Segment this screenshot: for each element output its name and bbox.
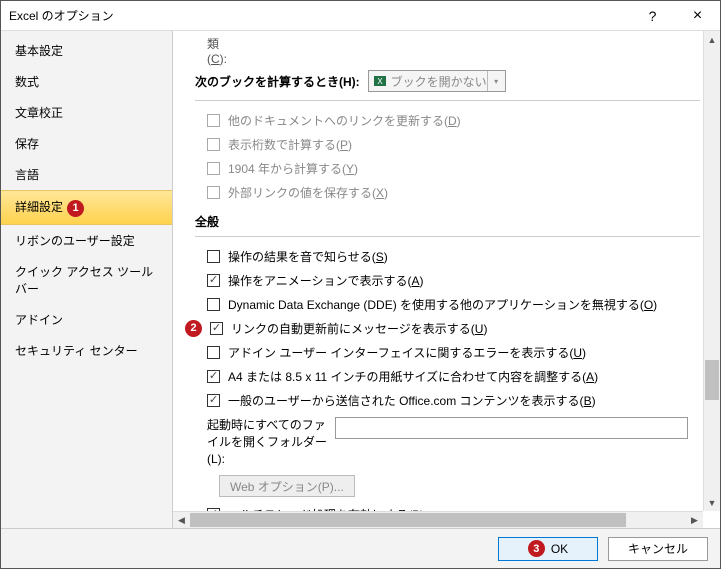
checkbox[interactable] (210, 322, 223, 335)
sidebar-item-label: 数式 (15, 75, 39, 89)
vscroll-track[interactable] (704, 48, 720, 494)
hscroll-track[interactable] (190, 512, 686, 528)
dialog-footer: 3 OK キャンセル (1, 528, 720, 568)
option-label: A4 または 8.5 x 11 インチの用紙サイズに合わせて内容を調整する(A) (228, 368, 598, 386)
checkbox (207, 114, 220, 127)
checkbox (207, 138, 220, 151)
option-row: 表示桁数で計算する(P) (195, 133, 708, 157)
sidebar-item-0[interactable]: 基本設定 (1, 35, 172, 66)
sidebar-item-5[interactable]: 詳細設定 1 (1, 190, 172, 225)
window-title: Excel のオプション (9, 7, 630, 24)
scroll-up-icon[interactable]: ▲ (704, 31, 720, 48)
option-row: 外部リンクの値を保存する(X) (195, 181, 708, 205)
sidebar-item-3[interactable]: 保存 (1, 128, 172, 159)
chevron-down-icon: ▾ (487, 71, 505, 91)
sidebar-item-label: 言語 (15, 168, 39, 182)
sidebar-item-label: 保存 (15, 137, 39, 151)
option-label: 一般のユーザーから送信された Office.com コンテンツを表示する(B) (228, 392, 596, 410)
option-label: マルチスレッド処理を有効にする(P) (228, 506, 424, 511)
truncated-label: 類(C): (207, 35, 708, 66)
options-dialog: Excel のオプション ? × 基本設定数式文章校正保存言語詳細設定 1 リボンの… (0, 0, 721, 569)
option-label: 操作の結果を音で知らせる(S) (228, 248, 388, 266)
option-row: 操作の結果を音で知らせる(S) (195, 245, 708, 269)
badge-2: 2 (185, 320, 202, 337)
option-label: リンクの自動更新前にメッセージを表示する(U) (231, 320, 487, 338)
option-label: 外部リンクの値を保存する(X) (228, 184, 388, 202)
calc-heading: 次のブックを計算するとき(H): (195, 73, 360, 90)
checkbox[interactable] (207, 274, 220, 287)
option-row: Dynamic Data Exchange (DDE) を使用する他のアプリケー… (195, 293, 708, 317)
sidebar-item-6[interactable]: リボンのユーザー設定 (1, 225, 172, 256)
sidebar-item-label: アドイン (15, 313, 63, 327)
option-label: 他のドキュメントへのリンクを更新する(D) (228, 112, 461, 130)
scroll-area: 類(C): 次のブックを計算するとき(H): X ブックを開かない ▾ 他のドキ… (173, 31, 720, 511)
option-row: 1904 年から計算する(Y) (195, 157, 708, 181)
badge-1: 1 (67, 200, 84, 217)
option-label: 表示桁数で計算する(P) (228, 136, 352, 154)
ok-button[interactable]: 3 OK (498, 537, 598, 561)
checkbox (207, 186, 220, 199)
option-row: 一般のユーザーから送信された Office.com コンテンツを表示する(B) (195, 389, 708, 413)
hscroll-thumb[interactable] (190, 513, 626, 527)
option-row: 操作をアニメーションで表示する(A) (195, 269, 708, 293)
ok-label: OK (551, 542, 568, 556)
badge-3: 3 (528, 540, 545, 557)
option-row: A4 または 8.5 x 11 インチの用紙サイズに合わせて内容を調整する(A) (195, 365, 708, 389)
scroll-left-icon[interactable]: ◀ (173, 512, 190, 528)
startup-folder-label: 起動時にすべてのファイルを開くフォルダー(L): (207, 417, 327, 467)
workbook-dropdown[interactable]: X ブックを開かない ▾ (368, 70, 506, 92)
option-row: 他のドキュメントへのリンクを更新する(D) (195, 109, 708, 133)
option-label: アドイン ユーザー インターフェイスに関するエラーを表示する(U) (228, 344, 586, 362)
checkbox[interactable] (207, 346, 220, 359)
checkbox[interactable] (207, 298, 220, 311)
sidebar: 基本設定数式文章校正保存言語詳細設定 1 リボンのユーザー設定クイック アクセス ツ… (1, 31, 173, 528)
vertical-scrollbar[interactable]: ▲ ▼ (703, 31, 720, 511)
sidebar-item-label: リボンのユーザー設定 (15, 234, 135, 248)
sidebar-item-label: 文章校正 (15, 106, 63, 120)
cancel-button[interactable]: キャンセル (608, 537, 708, 561)
option-row: 2リンクの自動更新前にメッセージを表示する(U) (195, 317, 708, 341)
checkbox[interactable] (207, 250, 220, 263)
sidebar-item-2[interactable]: 文章校正 (1, 97, 172, 128)
sidebar-item-label: クイック アクセス ツール バー (15, 265, 153, 296)
option-label: 1904 年から計算する(Y) (228, 160, 358, 178)
option-label: 操作をアニメーションで表示する(A) (228, 272, 424, 290)
sidebar-item-8[interactable]: アドイン (1, 304, 172, 335)
checkbox[interactable] (207, 370, 220, 383)
titlebar: Excel のオプション ? × (1, 1, 720, 31)
option-row: アドイン ユーザー インターフェイスに関するエラーを表示する(U) (195, 341, 708, 365)
svg-text:X: X (377, 77, 383, 86)
sidebar-item-label: 詳細設定 (15, 200, 63, 214)
dropdown-value: ブックを開かない (391, 73, 487, 90)
sidebar-item-9[interactable]: セキュリティ センター (1, 335, 172, 366)
startup-folder-input[interactable] (335, 417, 688, 439)
dialog-body: 基本設定数式文章校正保存言語詳細設定 1 リボンのユーザー設定クイック アクセス ツ… (1, 31, 720, 528)
sidebar-item-4[interactable]: 言語 (1, 159, 172, 190)
sidebar-item-label: 基本設定 (15, 44, 63, 58)
close-button[interactable]: × (675, 1, 720, 31)
calc-section-header: 次のブックを計算するとき(H): X ブックを開かない ▾ (195, 66, 700, 101)
web-options-button[interactable]: Web オプション(P)... (219, 475, 355, 497)
sidebar-item-7[interactable]: クイック アクセス ツール バー (1, 256, 172, 304)
help-button[interactable]: ? (630, 1, 675, 31)
startup-folder-row: 起動時にすべてのファイルを開くフォルダー(L): (195, 413, 708, 471)
general-heading: 全般 (195, 205, 700, 237)
excel-icon: X (373, 74, 387, 88)
cancel-label: キャンセル (628, 540, 688, 557)
scroll-right-icon[interactable]: ▶ (686, 512, 703, 528)
sidebar-item-label: セキュリティ センター (15, 344, 138, 358)
sidebar-item-1[interactable]: 数式 (1, 66, 172, 97)
checkbox[interactable] (207, 394, 220, 407)
checkbox[interactable] (207, 508, 220, 511)
scroll-down-icon[interactable]: ▼ (704, 494, 720, 511)
vscroll-thumb[interactable] (705, 360, 719, 400)
option-row: マルチスレッド処理を有効にする(P) (195, 503, 708, 511)
option-label: Dynamic Data Exchange (DDE) を使用する他のアプリケー… (228, 296, 657, 314)
horizontal-scrollbar[interactable]: ◀ ▶ (173, 511, 703, 528)
content-pane: 類(C): 次のブックを計算するとき(H): X ブックを開かない ▾ 他のドキ… (173, 31, 720, 528)
checkbox (207, 162, 220, 175)
